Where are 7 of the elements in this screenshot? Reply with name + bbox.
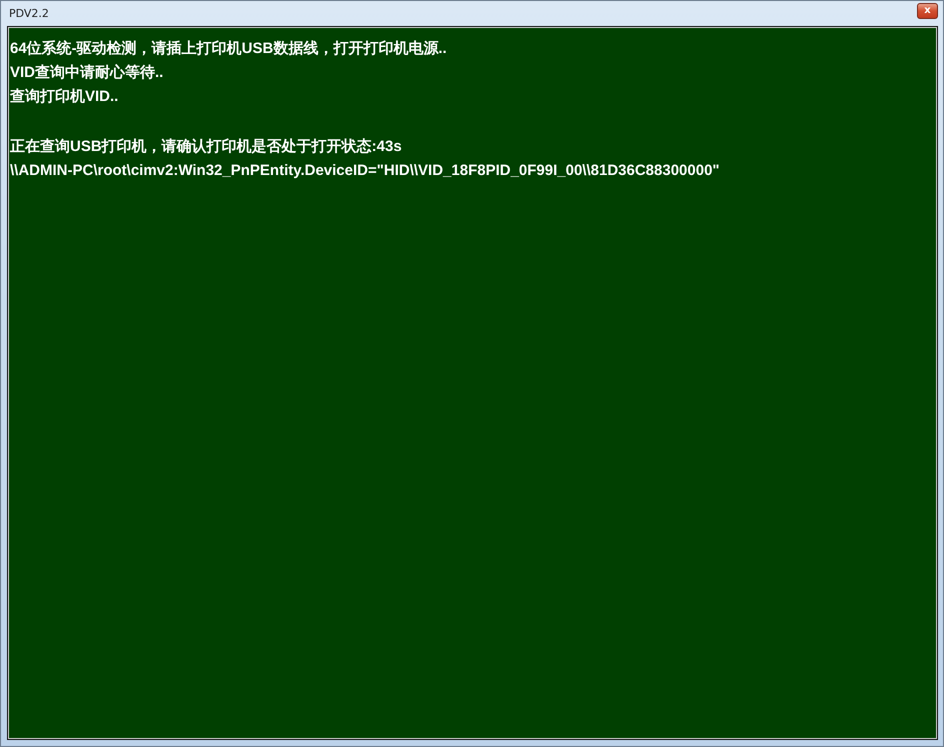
console-line: VID查询中请耐心等待.. xyxy=(10,63,164,83)
console-line: 查询打印机VID.. xyxy=(10,87,120,107)
window-title: PDV2.2 xyxy=(8,7,49,20)
console-line: 64位系统-驱动检测，请插上打印机USB数据线，打开打印机电源.. xyxy=(10,39,448,59)
console-line: \\ADMIN-PC\root\cimv2:Win32_PnPEntity.DeviceID="HID\\VID_18F8PID_0F99I_00\\81D36C88300000" xyxy=(10,161,721,181)
console-line: 正在查询USB打印机，请确认打印机是否处于打开状态:43s xyxy=(10,137,403,157)
close-button[interactable]: x xyxy=(917,2,938,18)
